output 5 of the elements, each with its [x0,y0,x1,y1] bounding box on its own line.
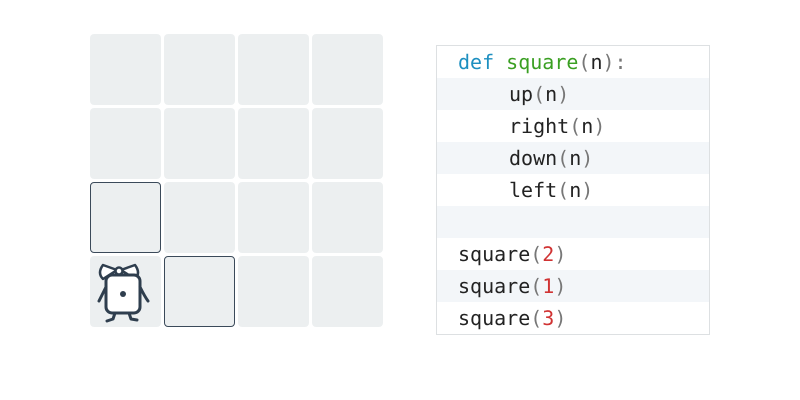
code-line: def square(n): [457,49,628,76]
code-line: left(n) [508,177,594,204]
code-line: square(2) [457,241,568,268]
code-line: square(3) [457,305,568,332]
code-line: right(n) [508,113,606,140]
